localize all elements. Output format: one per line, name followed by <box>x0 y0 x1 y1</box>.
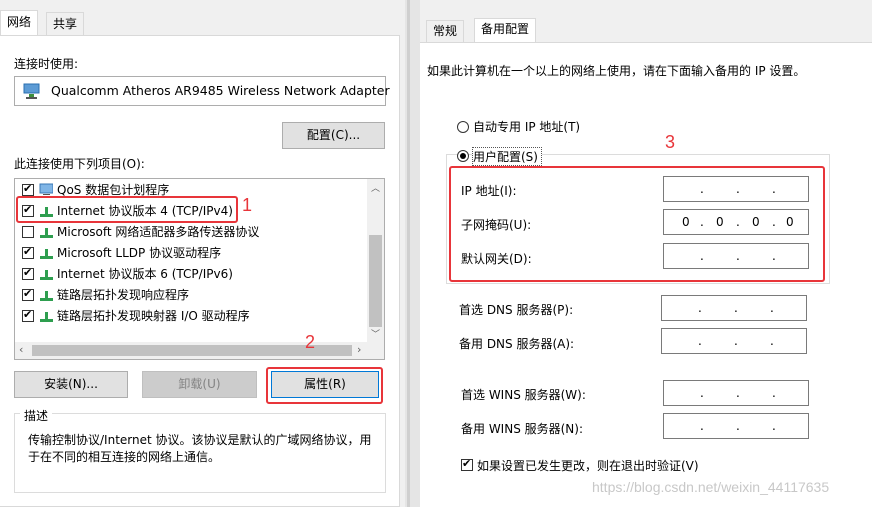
tab-alternate-configuration[interactable]: 备用配置 <box>474 18 537 43</box>
scroll-up-icon[interactable]: ︿ <box>371 181 380 194</box>
alternate-wins-label: 备用 WINS 服务器(N): <box>461 422 584 436</box>
watermark-text: https://blog.csdn.net/weixin_44117635 <box>592 479 830 495</box>
protocol-icon <box>40 291 53 301</box>
auto-private-ip-radio[interactable] <box>457 121 469 133</box>
annotation-number-2: 2 <box>305 332 316 352</box>
scroll-down-icon[interactable]: ﹀ <box>371 327 380 340</box>
protocol-icon <box>40 249 53 259</box>
preferred-dns-field[interactable]: ... <box>661 295 807 321</box>
annotation-box-ipv4 <box>16 196 238 223</box>
list-item-label: 链路层拓扑发现映射器 I/O 驱动程序 <box>57 309 250 323</box>
configure-button[interactable]: 配置(C)... <box>282 122 385 149</box>
list-horizontal-scrollbar[interactable]: ‹ › <box>15 342 384 359</box>
user-config-radio[interactable] <box>457 150 469 162</box>
lldp-checkbox[interactable] <box>22 245 34 259</box>
intro-text: 如果此计算机在一个以上的网络上使用，请在下面输入备用的 IP 设置。 <box>427 64 806 78</box>
validate-on-exit-label[interactable]: 如果设置已发生更改，则在退出时验证(V) <box>477 457 699 474</box>
list-item-label: Microsoft LLDP 协议驱动程序 <box>57 246 222 260</box>
list-item-lltd-mapper[interactable]: 链路层拓扑发现映射器 I/O 驱动程序 <box>15 306 367 327</box>
description-line1: 传输控制协议/Internet 协议。该协议是默认的广域网络协议，用 <box>28 433 372 447</box>
validate-on-exit-checkbox[interactable] <box>461 457 473 471</box>
annotation-number-3: 3 <box>665 132 676 152</box>
protocol-icon <box>40 312 53 322</box>
h-scroll-thumb[interactable] <box>32 345 352 356</box>
scroll-left-icon[interactable]: ‹ <box>19 343 23 356</box>
description-title: 描述 <box>20 407 53 424</box>
uninstall-button[interactable]: 卸载(U) <box>142 371 257 398</box>
list-item-label: Microsoft 网络适配器多路传送器协议 <box>57 225 260 239</box>
alternate-dns-label: 备用 DNS 服务器(A): <box>459 337 575 351</box>
preferred-wins-field[interactable]: ... <box>663 380 809 406</box>
adapter-name: Qualcomm Atheros AR9485 Wireless Network… <box>51 83 390 98</box>
preferred-dns-label: 首选 DNS 服务器(P): <box>459 303 574 317</box>
alternate-wins-field[interactable]: ... <box>663 413 809 439</box>
user-config-label[interactable]: 用户配置(S) <box>472 147 542 166</box>
tab-network[interactable]: 网络 <box>0 10 39 36</box>
adapter-field: Qualcomm Atheros AR9485 Wireless Network… <box>14 76 390 106</box>
qos-scheduler-icon <box>39 183 53 195</box>
lltd-responder-checkbox[interactable] <box>22 287 34 301</box>
list-item-lldp[interactable]: Microsoft LLDP 协议驱动程序 <box>15 243 367 264</box>
lltd-mapper-checkbox[interactable] <box>22 308 34 322</box>
description-line2: 于在不同的相互连接的网络上通信。 <box>28 450 221 464</box>
install-button[interactable]: 安装(N)... <box>14 371 128 398</box>
qos-checkbox[interactable] <box>22 182 34 196</box>
network-adapter-icon <box>23 83 40 99</box>
protocol-icon <box>40 270 53 280</box>
annotation-number-1: 1 <box>242 195 253 215</box>
ipv6-checkbox[interactable] <box>22 266 34 280</box>
tab-sharing[interactable]: 共享 <box>46 12 85 36</box>
auto-private-ip-label[interactable]: 自动专用 IP 地址(T) <box>473 118 580 135</box>
list-vertical-scrollbar[interactable]: ︿ ﹀ <box>367 179 384 343</box>
list-item-multiplexor[interactable]: Microsoft 网络适配器多路传送器协议 <box>15 222 367 243</box>
preferred-wins-label: 首选 WINS 服务器(W): <box>461 388 586 402</box>
tab-general[interactable]: 常规 <box>426 20 465 42</box>
annotation-box-user-config <box>449 166 825 282</box>
list-item-label: Internet 协议版本 6 (TCP/IPv6) <box>57 267 233 281</box>
alternate-dns-field[interactable]: ... <box>661 328 807 354</box>
annotation-box-properties <box>266 367 383 404</box>
items-label: 此连接使用下列项目(O): <box>14 157 145 171</box>
protocol-icon <box>40 228 53 238</box>
list-item-label: 链路层拓扑发现响应程序 <box>57 288 190 302</box>
connect-using-label: 连接时使用: <box>14 57 79 71</box>
scroll-thumb[interactable] <box>369 235 382 327</box>
multiplexor-checkbox[interactable] <box>22 226 34 238</box>
list-item-ipv6[interactable]: Internet 协议版本 6 (TCP/IPv6) <box>15 264 367 285</box>
list-item-lltd-responder[interactable]: 链路层拓扑发现响应程序 <box>15 285 367 306</box>
window-divider-line <box>407 0 410 507</box>
scroll-right-icon[interactable]: › <box>357 343 361 356</box>
